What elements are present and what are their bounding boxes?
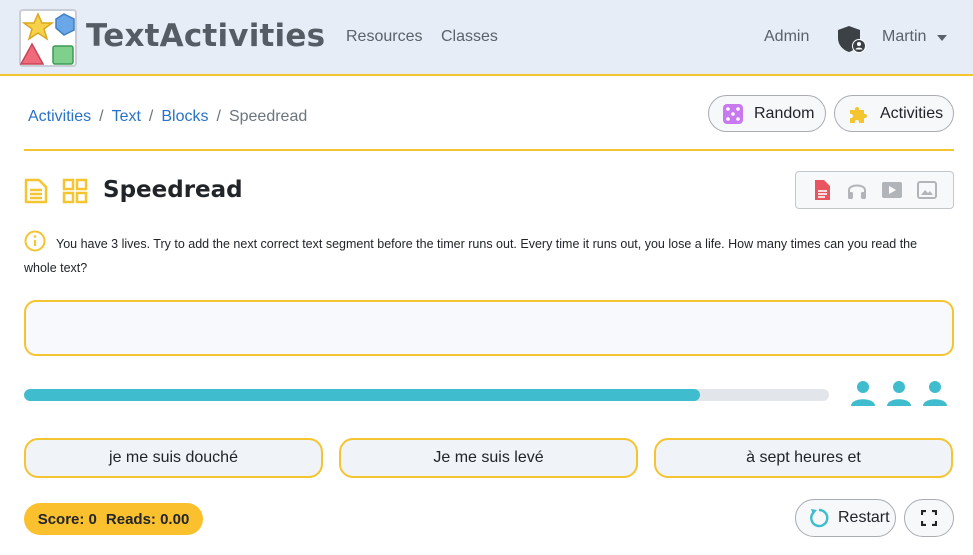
restart-button-label: Restart [838, 509, 890, 526]
chevron-down-icon[interactable] [937, 35, 947, 41]
video-icon[interactable] [881, 179, 903, 201]
restart-icon [810, 508, 829, 528]
dice-icon [723, 103, 743, 124]
timer-progress-fill [24, 389, 701, 401]
breadcrumb-blocks[interactable]: Blocks [161, 108, 208, 126]
segment-option-button[interactable]: je me suis douché [24, 438, 323, 478]
expand-icon [921, 510, 937, 526]
segment-option-button[interactable]: à sept heures et [654, 438, 953, 478]
activities-button[interactable]: Activities [834, 95, 954, 132]
breadcrumb: Activities / Text / Blocks / Speedread [28, 108, 307, 126]
random-button[interactable]: Random [708, 95, 826, 132]
page-title: Speedread [103, 177, 243, 203]
nav-admin[interactable]: Admin [764, 28, 809, 46]
life-person-icon [887, 381, 911, 406]
score-badge: Score: 0 Reads: 0.00 [24, 503, 203, 535]
puzzle-icon [850, 106, 867, 123]
blocks-grid-icon [62, 178, 88, 204]
navbar: TextActivities Resources Classes Admin M… [0, 0, 973, 76]
activities-button-label: Activities [880, 104, 944, 122]
media-toolbar [795, 171, 954, 209]
nav-classes[interactable]: Classes [441, 28, 498, 46]
lives-indicator [850, 380, 948, 406]
logo-icon[interactable] [18, 8, 80, 68]
user-shield-icon [838, 26, 866, 53]
breadcrumb-activities[interactable]: Activities [28, 108, 91, 126]
title-icons [24, 178, 88, 204]
score-label: Score: 0 [37, 510, 97, 528]
random-button-label: Random [754, 104, 815, 122]
breadcrumb-text[interactable]: Text [112, 108, 141, 126]
life-person-icon [923, 381, 947, 406]
breadcrumb-separator: / [148, 108, 154, 125]
image-icon[interactable] [916, 179, 938, 201]
brand-name[interactable]: TextActivities [86, 18, 325, 54]
reads-label: Reads: 0.00 [105, 510, 190, 528]
document-lines-icon [24, 178, 48, 204]
divider [24, 149, 954, 151]
instructions-text: You have 3 lives. Try to add the next co… [24, 237, 918, 275]
life-person-icon [851, 381, 875, 406]
headphones-icon[interactable] [846, 179, 868, 201]
segment-option-button[interactable]: Je me suis levé [339, 438, 638, 478]
nav-resources[interactable]: Resources [346, 28, 422, 46]
document-icon[interactable] [811, 179, 833, 201]
timer-progress-bar [24, 389, 829, 401]
breadcrumb-separator: / [99, 108, 104, 125]
restart-button[interactable]: Restart [795, 499, 896, 537]
breadcrumb-current: Speedread [228, 108, 308, 125]
user-menu[interactable]: Martin [882, 28, 926, 46]
breadcrumb-separator: / [216, 108, 221, 125]
answer-text-area [24, 300, 954, 356]
fullscreen-button[interactable] [904, 499, 954, 537]
